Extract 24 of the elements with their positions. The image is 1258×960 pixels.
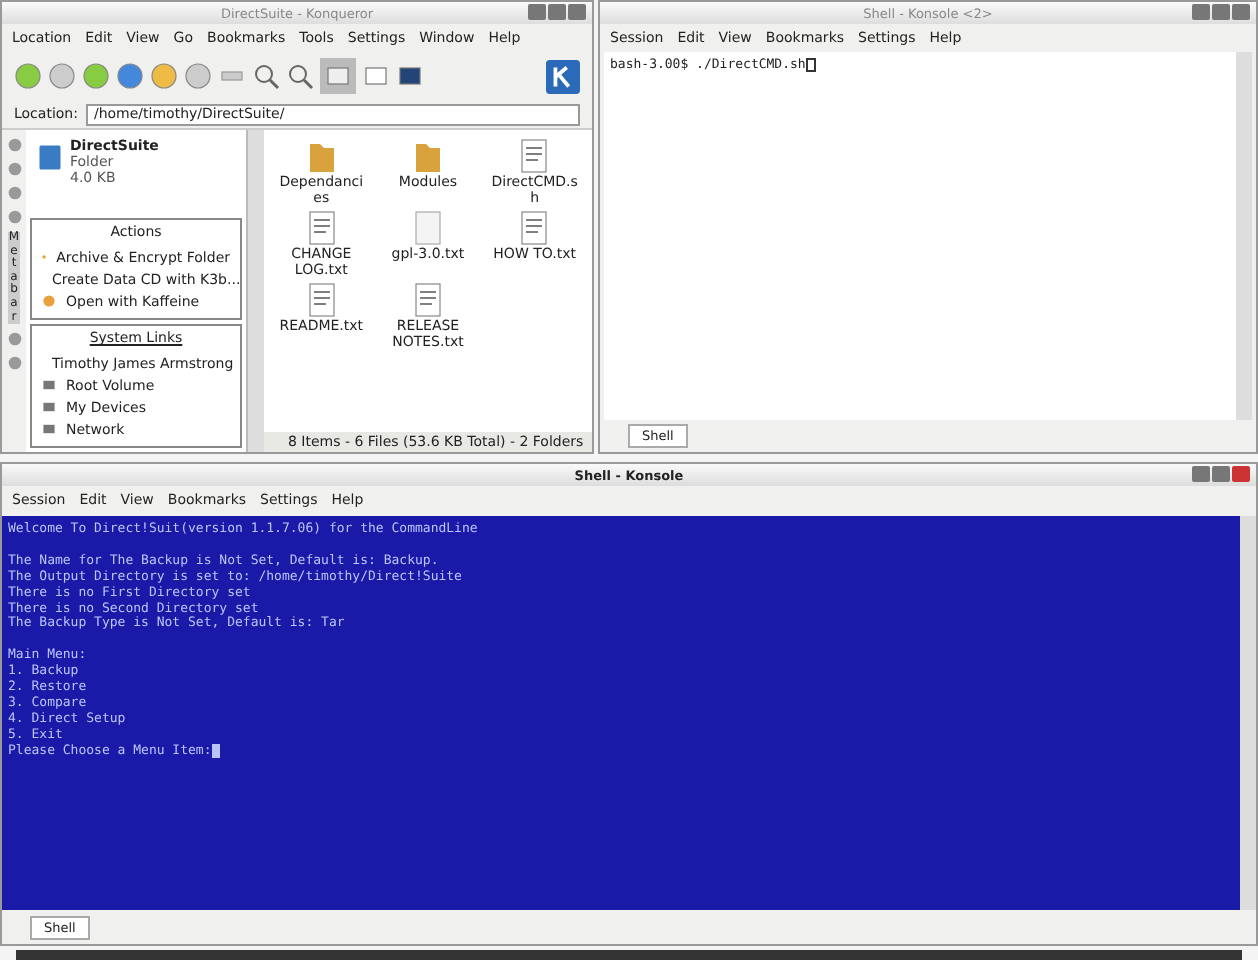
action-icon	[42, 294, 56, 308]
cursor	[211, 744, 220, 759]
folder-icon[interactable]	[411, 138, 444, 174]
zoom-out-icon[interactable]	[286, 62, 314, 90]
scrollbar[interactable]	[246, 130, 264, 452]
terminal[interactable]	[2, 516, 1256, 910]
zoom-in-icon[interactable]	[252, 62, 280, 90]
k-logo-icon[interactable]	[546, 59, 580, 93]
circle-icon[interactable]	[184, 62, 212, 90]
window-icon[interactable]	[396, 62, 424, 90]
circle-icon[interactable]	[14, 62, 42, 90]
text-file-icon[interactable]	[411, 282, 444, 318]
text-file-icon[interactable]	[518, 210, 551, 246]
text-file-icon[interactable]	[518, 138, 551, 174]
text-file-icon[interactable]	[305, 282, 338, 318]
cursor	[805, 58, 816, 73]
circle-icon[interactable]	[116, 62, 144, 90]
folder-icon[interactable]	[305, 138, 338, 174]
circle-icon[interactable]	[150, 62, 178, 90]
blank-file-icon[interactable]	[411, 210, 444, 246]
text-file-icon[interactable]	[305, 210, 338, 246]
circle-icon[interactable]	[82, 62, 110, 90]
icon-view-icon[interactable]	[320, 58, 356, 94]
circle-icon[interactable]	[48, 62, 76, 90]
